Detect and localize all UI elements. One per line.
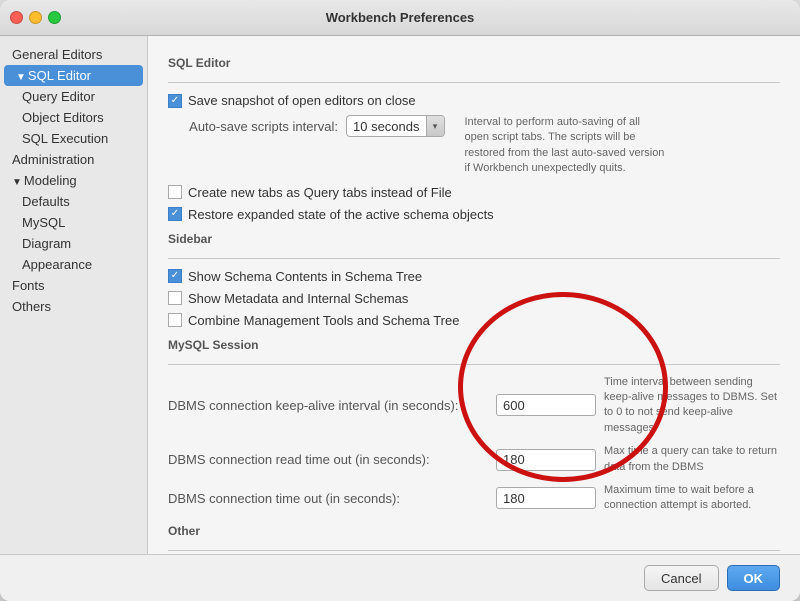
cancel-button[interactable]: Cancel	[644, 565, 718, 591]
checkbox5-label[interactable]: Show Metadata and Internal Schemas	[168, 291, 408, 306]
checkbox1[interactable]	[168, 94, 182, 108]
sidebar-item-modeling[interactable]: ▼Modeling	[0, 170, 147, 191]
sidebar-item-appearance[interactable]: Appearance	[0, 254, 147, 275]
autosave-label: Auto-save scripts interval:	[168, 119, 338, 134]
traffic-lights	[10, 11, 61, 24]
checkbox2[interactable]	[168, 185, 182, 199]
sidebar-item-general-editors[interactable]: General Editors	[0, 44, 147, 65]
checkbox3[interactable]	[168, 207, 182, 221]
checkbox4[interactable]	[168, 269, 182, 283]
autosave-value: 10 seconds	[347, 119, 426, 134]
dbms-keepalive-input[interactable]	[496, 394, 596, 416]
triangle-icon2: ▼	[12, 177, 22, 188]
sidebar-item-others[interactable]: Others	[0, 296, 147, 317]
close-button[interactable]	[10, 11, 23, 24]
window: Workbench Preferences General Editors ▼S…	[0, 0, 800, 601]
section1-title: SQL Editor	[168, 56, 780, 70]
select-arrow-icon: ▾	[426, 116, 444, 136]
checkbox6-row: Combine Management Tools and Schema Tree	[168, 313, 780, 328]
divider2	[168, 258, 780, 259]
dbms-timeout-input[interactable]	[496, 487, 596, 509]
sidebar: General Editors ▼SQL Editor Query Editor…	[0, 36, 148, 554]
sidebar-item-query-editor[interactable]: Query Editor	[0, 86, 147, 107]
dbms-readtimeout-row: DBMS connection read time out (in second…	[168, 444, 780, 475]
sidebar-item-diagram[interactable]: Diagram	[0, 233, 147, 254]
dbms-readtimeout-hint: Max time a query can take to return data…	[604, 444, 780, 475]
main-content: SQL Editor Save snapshot of open editors…	[148, 36, 800, 554]
autosave-select[interactable]: 10 seconds ▾	[346, 115, 445, 137]
dbms-keepalive-hint: Time interval between sending keep-alive…	[604, 375, 780, 437]
titlebar: Workbench Preferences	[0, 0, 800, 36]
dbms-timeout-label: DBMS connection time out (in seconds):	[168, 491, 488, 506]
checkbox4-row: Show Schema Contents in Schema Tree	[168, 269, 780, 284]
checkbox2-row: Create new tabs as Query tabs instead of…	[168, 185, 780, 200]
checkbox3-label[interactable]: Restore expanded state of the active sch…	[168, 207, 494, 222]
content-area: General Editors ▼SQL Editor Query Editor…	[0, 36, 800, 554]
sidebar-item-sql-execution[interactable]: SQL Execution	[0, 128, 147, 149]
footer: Cancel OK	[0, 554, 800, 601]
checkbox3-row: Restore expanded state of the active sch…	[168, 207, 780, 222]
checkbox5[interactable]	[168, 291, 182, 305]
section4-title: Other	[168, 524, 780, 538]
checkbox6[interactable]	[168, 313, 182, 327]
dbms-timeout-hint: Maximum time to wait before a connection…	[604, 483, 780, 514]
sidebar-item-fonts[interactable]: Fonts	[0, 275, 147, 296]
window-title: Workbench Preferences	[326, 10, 475, 25]
checkbox4-label[interactable]: Show Schema Contents in Schema Tree	[168, 269, 422, 284]
checkbox1-label[interactable]: Save snapshot of open editors on close	[168, 93, 416, 108]
checkbox5-row: Show Metadata and Internal Schemas	[168, 291, 780, 306]
divider4	[168, 550, 780, 551]
autosave-left: Auto-save scripts interval: 10 seconds ▾	[168, 115, 445, 137]
checkbox2-label[interactable]: Create new tabs as Query tabs instead of…	[168, 185, 452, 200]
maximize-button[interactable]	[48, 11, 61, 24]
checkbox6-label[interactable]: Combine Management Tools and Schema Tree	[168, 313, 459, 328]
dbms-readtimeout-input[interactable]	[496, 449, 596, 471]
triangle-icon: ▼	[16, 72, 26, 83]
checkbox1-row: Save snapshot of open editors on close	[168, 93, 780, 108]
autosave-hint: Interval to perform auto-saving of all o…	[465, 115, 665, 177]
section3-title: MySQL Session	[168, 338, 780, 352]
autosave-row: Auto-save scripts interval: 10 seconds ▾…	[168, 115, 780, 177]
sidebar-item-defaults[interactable]: Defaults	[0, 191, 147, 212]
dbms-keepalive-row: DBMS connection keep-alive interval (in …	[168, 375, 780, 437]
ok-button[interactable]: OK	[727, 565, 781, 591]
dbms-timeout-row: DBMS connection time out (in seconds): M…	[168, 483, 780, 514]
dbms-readtimeout-label: DBMS connection read time out (in second…	[168, 452, 488, 467]
divider3	[168, 364, 780, 365]
minimize-button[interactable]	[29, 11, 42, 24]
divider1	[168, 82, 780, 83]
sidebar-item-object-editors[interactable]: Object Editors	[0, 107, 147, 128]
sidebar-item-mysql[interactable]: MySQL	[0, 212, 147, 233]
sidebar-item-sql-editor[interactable]: ▼SQL Editor	[4, 65, 143, 86]
section2-title: Sidebar	[168, 232, 780, 246]
dbms-keepalive-label: DBMS connection keep-alive interval (in …	[168, 398, 488, 413]
sidebar-item-administration[interactable]: Administration	[0, 149, 147, 170]
